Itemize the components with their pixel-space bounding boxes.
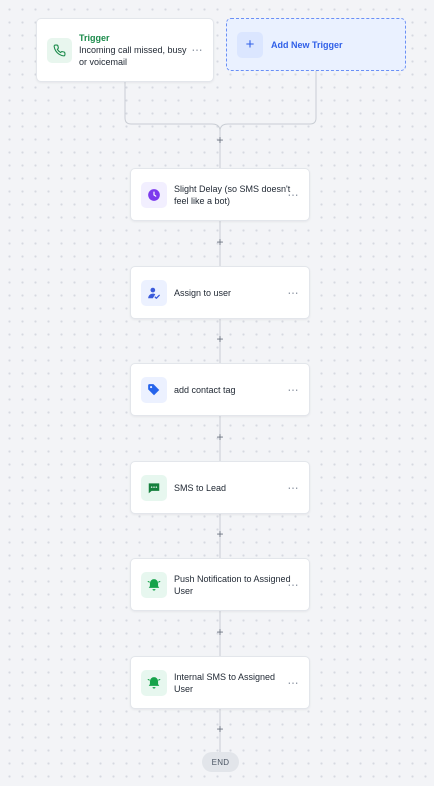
add-new-trigger-label: Add New Trigger <box>271 39 343 50</box>
bell-icon <box>141 571 167 598</box>
action-card-internal-sms[interactable]: Internal SMS to Assigned User ⋯ <box>130 656 310 709</box>
action-label: Internal SMS to Assigned User <box>174 671 276 694</box>
add-step-button[interactable]: + <box>213 722 227 736</box>
workflow-canvas[interactable]: Trigger Incoming call missed, busy or vo… <box>0 0 434 786</box>
action-label: Push Notification to Assigned User <box>174 573 291 596</box>
trigger-card[interactable]: Trigger Incoming call missed, busy or vo… <box>36 18 214 82</box>
clock-icon <box>141 181 167 208</box>
action-card-assign-to-user[interactable]: Assign to user ⋯ <box>130 266 310 319</box>
more-options-icon[interactable]: ⋯ <box>288 188 300 201</box>
phone-icon <box>47 37 72 63</box>
trigger-title: Trigger <box>79 33 110 43</box>
trigger-text: Trigger Incoming call missed, busy or vo… <box>79 32 197 68</box>
more-options-icon[interactable]: ⋯ <box>288 676 300 689</box>
action-card-sms-to-lead[interactable]: SMS to Lead ⋯ <box>130 461 310 514</box>
chat-icon <box>141 474 167 501</box>
bell-icon <box>141 669 167 696</box>
add-step-button[interactable]: + <box>213 332 227 346</box>
more-options-icon[interactable]: ⋯ <box>288 286 300 299</box>
end-node: END <box>202 752 239 772</box>
action-card-slight-delay[interactable]: Slight Delay (so SMS doesn't feel like a… <box>130 168 310 221</box>
add-step-button[interactable]: + <box>213 133 227 147</box>
add-step-button[interactable]: + <box>213 430 227 444</box>
trigger-more-options-icon[interactable]: ⋯ <box>192 44 204 57</box>
action-card-add-contact-tag[interactable]: add contact tag ⋯ <box>130 363 310 416</box>
add-step-button[interactable]: + <box>213 235 227 249</box>
action-label: Assign to user <box>174 287 232 298</box>
more-options-icon[interactable]: ⋯ <box>288 383 300 396</box>
tag-icon <box>141 376 167 403</box>
plus-icon: + <box>237 31 263 58</box>
trigger-description: Incoming call missed, busy or voicemail <box>79 45 187 67</box>
add-step-button[interactable]: + <box>213 625 227 639</box>
action-label: SMS to Lead <box>174 482 227 493</box>
action-label: add contact tag <box>174 384 236 395</box>
user-assign-icon <box>141 279 167 306</box>
action-card-push-notification[interactable]: Push Notification to Assigned User ⋯ <box>130 558 310 611</box>
add-step-button[interactable]: + <box>213 527 227 541</box>
more-options-icon[interactable]: ⋯ <box>288 578 300 591</box>
add-new-trigger-button[interactable]: + Add New Trigger <box>226 18 406 71</box>
more-options-icon[interactable]: ⋯ <box>288 481 300 494</box>
action-label: Slight Delay (so SMS doesn't feel like a… <box>174 183 291 206</box>
